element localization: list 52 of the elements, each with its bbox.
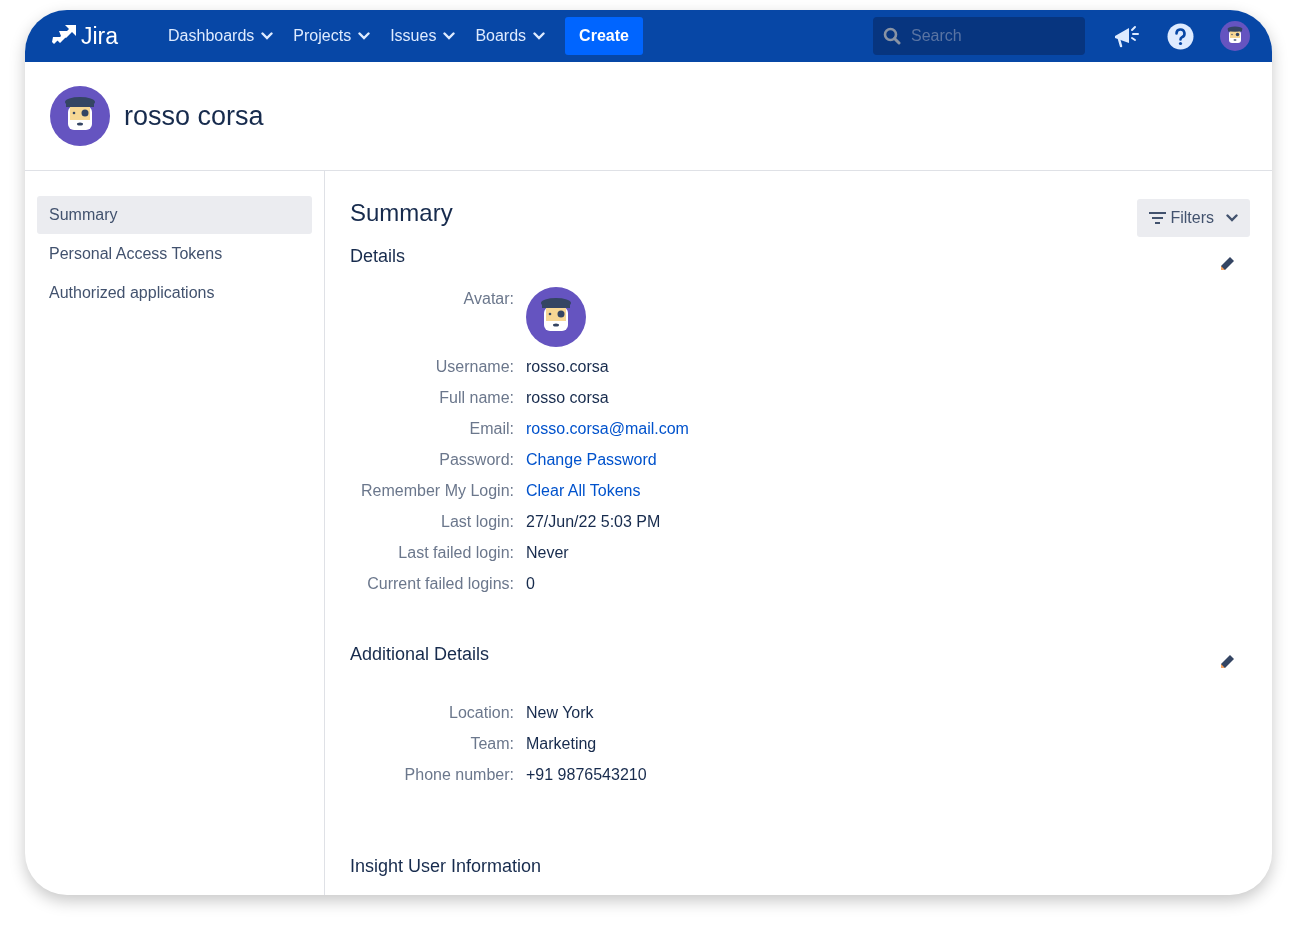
field-label: Password:: [438, 450, 515, 470]
field-label: Team:: [469, 734, 515, 754]
chevron-down-icon: [1226, 214, 1238, 222]
filters-button[interactable]: Filters: [1137, 199, 1250, 237]
field-value: rosso corsa: [526, 388, 609, 408]
nav-menu[interactable]: Dashboards: [158, 24, 284, 48]
field-label: Remember My Login:: [360, 481, 515, 501]
chevron-down-icon: [443, 32, 456, 40]
field-value: New York: [526, 703, 594, 723]
filter-icon: [1149, 212, 1167, 224]
field-label: Username:: [434, 357, 515, 377]
field-link[interactable]: Change Password: [526, 448, 657, 472]
edit-icon[interactable]: [1218, 255, 1236, 273]
page-title: Summary: [350, 199, 453, 228]
field-link[interactable]: rosso.corsa@mail.com: [526, 417, 689, 441]
field-value: Never: [526, 543, 569, 563]
user-avatar[interactable]: [1220, 21, 1250, 51]
sidebar-item[interactable]: Authorized applications: [37, 274, 312, 312]
field-value: rosso.corsa: [526, 357, 609, 377]
edit-icon[interactable]: [1218, 653, 1236, 671]
field-label: Current failed logins:: [366, 574, 515, 594]
user-avatar: [526, 287, 586, 347]
nav-menu[interactable]: Boards: [465, 24, 556, 48]
field-value: 0: [526, 574, 535, 594]
profile-name: rosso corsa: [124, 99, 264, 133]
field-label: Phone number:: [403, 765, 515, 785]
field-value: +91 9876543210: [526, 765, 647, 785]
field-label: Location:: [448, 703, 515, 723]
logo-text[interactable]: Jira: [81, 18, 119, 54]
field-value: 27/Jun/22 5:03 PM: [526, 512, 661, 532]
section-title: Insight User Information: [350, 856, 542, 878]
nav-menu[interactable]: Issues: [380, 24, 466, 48]
field-link[interactable]: Clear All Tokens: [526, 479, 641, 503]
field-label: Avatar:: [462, 289, 515, 309]
field-label: Email:: [468, 419, 515, 439]
field-value: Marketing: [526, 734, 597, 754]
field-label: Last failed login:: [397, 543, 515, 563]
chevron-down-icon: [358, 32, 371, 40]
nav-menu[interactable]: Projects: [283, 24, 381, 48]
field-label: Full name:: [438, 388, 515, 408]
section-title: Additional Details: [350, 644, 490, 666]
sidebar-item[interactable]: Personal Access Tokens: [37, 235, 312, 273]
section-title: Details: [350, 246, 406, 268]
help-icon[interactable]: [1167, 22, 1194, 50]
create-button[interactable]: Create: [565, 17, 643, 55]
chevron-down-icon: [533, 32, 546, 40]
sidebar-item[interactable]: Summary: [37, 196, 312, 234]
search-field[interactable]: Search: [873, 17, 1085, 55]
megaphone-icon[interactable]: [1113, 24, 1141, 48]
chevron-down-icon: [261, 32, 274, 40]
field-label: Last login:: [440, 512, 515, 532]
user-avatar: [50, 86, 110, 146]
